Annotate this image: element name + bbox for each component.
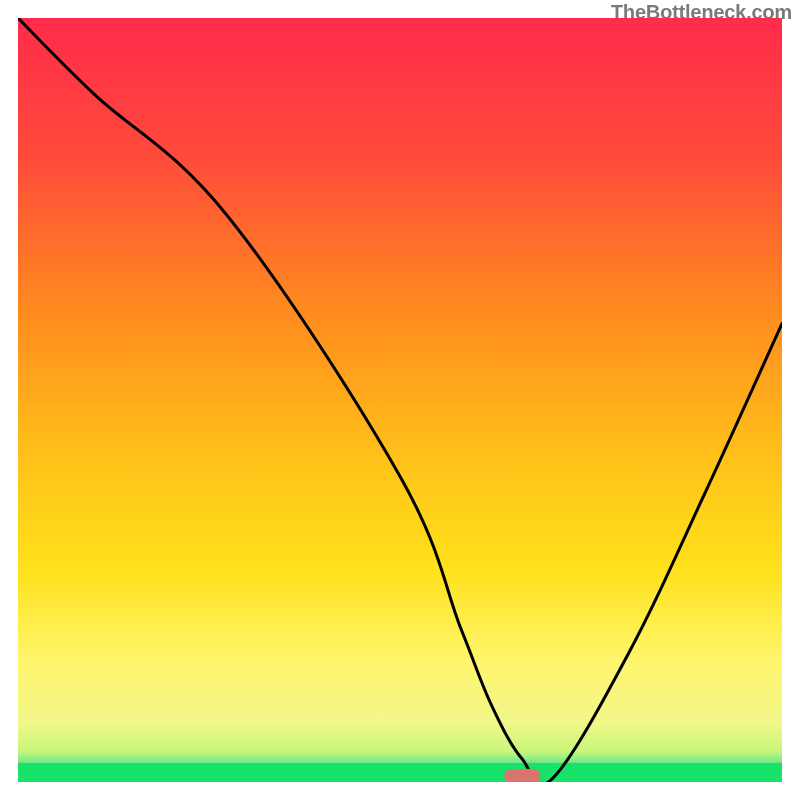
bottleneck-chart: TheBottleneck.com — [0, 0, 800, 800]
optimal-marker — [504, 769, 540, 782]
green-band — [18, 763, 782, 782]
gradient-background — [18, 18, 782, 782]
plot-area — [18, 18, 782, 782]
chart-svg — [18, 18, 782, 782]
